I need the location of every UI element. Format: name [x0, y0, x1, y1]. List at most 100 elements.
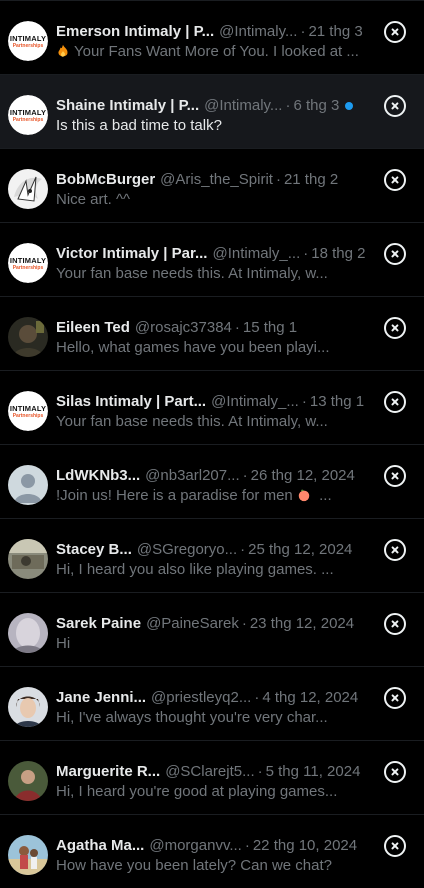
- intimaly-logo-icon: INTIMALY Partnerships: [8, 391, 48, 431]
- close-icon[interactable]: [384, 687, 406, 709]
- conversation-row[interactable]: Marguerite R... @SClarejt5... · 5 thg 11, 2…: [0, 740, 424, 814]
- avatar[interactable]: [8, 687, 48, 727]
- separator-dot: ·: [303, 245, 309, 262]
- user-handle[interactable]: @Aris_the_Spirit: [160, 170, 273, 190]
- message-date: 5 thg 11, 2024: [265, 763, 361, 780]
- avatar[interactable]: INTIMALY Partnerships: [8, 21, 48, 61]
- conversation-row[interactable]: INTIMALY Partnerships Emerson Intimaly | P…: [0, 0, 424, 74]
- message-date: 23 thg 12, 2024: [249, 615, 355, 632]
- avatar[interactable]: [8, 539, 48, 579]
- close-icon[interactable]: [384, 761, 406, 783]
- logo-subtext: Partnerships: [12, 413, 44, 419]
- message-preview: Nice art. ^^: [56, 191, 131, 208]
- user-handle[interactable]: @priestleyq2...: [151, 688, 251, 708]
- user-handle[interactable]: @Intimaly...: [219, 22, 297, 42]
- close-icon[interactable]: [384, 539, 406, 561]
- display-name[interactable]: LdWKNb3...: [56, 466, 140, 486]
- message-preview-line: Is this a bad time to talk?: [56, 116, 372, 136]
- separator-dot: ·: [244, 837, 250, 854]
- message-preview: Hello, what games have you been playi...: [56, 339, 330, 356]
- logo-text: INTIMALY: [9, 256, 47, 265]
- logo-subtext: Partnerships: [12, 117, 44, 123]
- message-preview: Hi: [56, 635, 71, 652]
- close-icon[interactable]: [384, 835, 406, 857]
- display-name[interactable]: Eileen Ted: [56, 318, 130, 338]
- avatar-image: [8, 835, 48, 875]
- close-icon[interactable]: [384, 317, 406, 339]
- message-date: 13 thg 1: [309, 393, 365, 410]
- user-handle[interactable]: @nb3arl207...: [145, 466, 239, 486]
- display-name[interactable]: Sarek Paine: [56, 614, 141, 634]
- close-icon[interactable]: [384, 243, 406, 265]
- default-avatar-icon: [8, 465, 48, 505]
- conversation-row[interactable]: Eileen Ted @rosajc37384 · 15 thg 1 Hello, wh…: [0, 296, 424, 370]
- display-name[interactable]: Jane Jenni...: [56, 688, 146, 708]
- close-icon[interactable]: [384, 391, 406, 413]
- message-preview-line: Hi: [56, 634, 372, 654]
- separator-dot: ·: [300, 23, 306, 40]
- avatar[interactable]: INTIMALY Partnerships: [8, 95, 48, 135]
- conversation-row[interactable]: Jane Jenni... @priestleyq2... · 4 thg 12, 2…: [0, 666, 424, 740]
- message-preview: Hi, I heard you're good at playing games…: [56, 783, 338, 800]
- close-icon[interactable]: [384, 465, 406, 487]
- display-name[interactable]: Victor Intimaly | Par...: [56, 244, 207, 264]
- message-preview: How have you been lately? Can we chat?: [56, 857, 333, 874]
- message-preview: Hi, I've always thought you're very char…: [56, 709, 328, 726]
- close-icon[interactable]: [384, 21, 406, 43]
- conversation-row[interactable]: INTIMALY Partnerships Silas Intimaly | Par…: [0, 370, 424, 444]
- close-icon[interactable]: [384, 95, 406, 117]
- user-handle[interactable]: @PaineSarek: [146, 614, 239, 634]
- fire-emoji-icon: [58, 44, 68, 57]
- display-name[interactable]: Stacey B...: [56, 540, 132, 560]
- avatar[interactable]: INTIMALY Partnerships: [8, 243, 48, 283]
- display-name[interactable]: Agatha Ma...: [56, 836, 144, 856]
- peach-emoji-icon: [298, 489, 310, 502]
- message-preview: !Join us! Here is a paradise for men: [56, 487, 293, 504]
- user-handle[interactable]: @SClarejt5...: [165, 762, 254, 782]
- close-icon[interactable]: [384, 613, 406, 635]
- message-preview-line: Your fan base needs this. At Intimaly, w…: [56, 412, 372, 432]
- display-name[interactable]: BobMcBurger: [56, 170, 155, 190]
- conversation-row[interactable]: BobMcBurger @Aris_the_Spirit · 21 thg 2 Nice…: [0, 148, 424, 222]
- avatar[interactable]: [8, 835, 48, 875]
- avatar[interactable]: [8, 761, 48, 801]
- conversation-header: Eileen Ted @rosajc37384 · 15 thg 1: [56, 318, 372, 338]
- conversation-row[interactable]: LdWKNb3... @nb3arl207... · 26 thg 12, 2024!…: [0, 444, 424, 518]
- user-handle[interactable]: @morganvv...: [149, 836, 241, 856]
- message-preview-line: Hello, what games have you been playi...: [56, 338, 372, 358]
- separator-dot: ·: [254, 689, 260, 706]
- avatar[interactable]: [8, 169, 48, 209]
- avatar[interactable]: [8, 465, 48, 505]
- display-name[interactable]: Marguerite R...: [56, 762, 160, 782]
- user-handle[interactable]: @Intimaly...: [204, 96, 282, 116]
- avatar[interactable]: INTIMALY Partnerships: [8, 391, 48, 431]
- message-preview-line: !Join us! Here is a paradise for men ...: [56, 487, 332, 504]
- message-date: 6 thg 3: [293, 97, 340, 114]
- logo-text: INTIMALY: [9, 34, 47, 43]
- user-handle[interactable]: @Intimaly_...: [211, 392, 299, 412]
- display-name[interactable]: Silas Intimaly | Part...: [56, 392, 206, 412]
- display-name[interactable]: Emerson Intimaly | P...: [56, 22, 214, 42]
- avatar[interactable]: [8, 613, 48, 653]
- close-icon[interactable]: [384, 169, 406, 191]
- display-name[interactable]: Shaine Intimaly | P...: [56, 96, 199, 116]
- message-date: 18 thg 2: [311, 245, 366, 262]
- user-handle[interactable]: @rosajc37384: [135, 318, 232, 338]
- conversation-header: Agatha Ma... @morganvv... · 22 thg 10, 2024: [56, 836, 372, 856]
- separator-dot: ·: [275, 171, 281, 188]
- user-handle[interactable]: @SGregoryo...: [137, 540, 237, 560]
- logo-text: INTIMALY: [9, 108, 47, 117]
- avatar[interactable]: [8, 317, 48, 357]
- conversation-row[interactable]: Agatha Ma... @morganvv... · 22 thg 10, 2024…: [0, 814, 424, 888]
- message-preview: Your Fans Want More of You. I looked at …: [74, 43, 359, 60]
- separator-dot: ·: [240, 541, 246, 558]
- message-preview-line: Hi, I've always thought you're very char…: [56, 708, 372, 728]
- conversation-row[interactable]: INTIMALY Partnerships Shaine Intimaly | P.…: [0, 74, 424, 148]
- separator-dot: ·: [234, 319, 240, 336]
- user-handle[interactable]: @Intimaly_...: [212, 244, 300, 264]
- conversation-row[interactable]: Sarek Paine @PaineSarek · 23 thg 12, 2024 Hi: [0, 592, 424, 666]
- conversation-list: INTIMALY Partnerships Emerson Intimaly | P…: [0, 0, 424, 888]
- intimaly-logo-icon: INTIMALY Partnerships: [8, 95, 48, 135]
- conversation-row[interactable]: Stacey B... @SGregoryo... · 25 thg 12, 2024…: [0, 518, 424, 592]
- conversation-row[interactable]: INTIMALY Partnerships Victor Intimaly | Pa…: [0, 222, 424, 296]
